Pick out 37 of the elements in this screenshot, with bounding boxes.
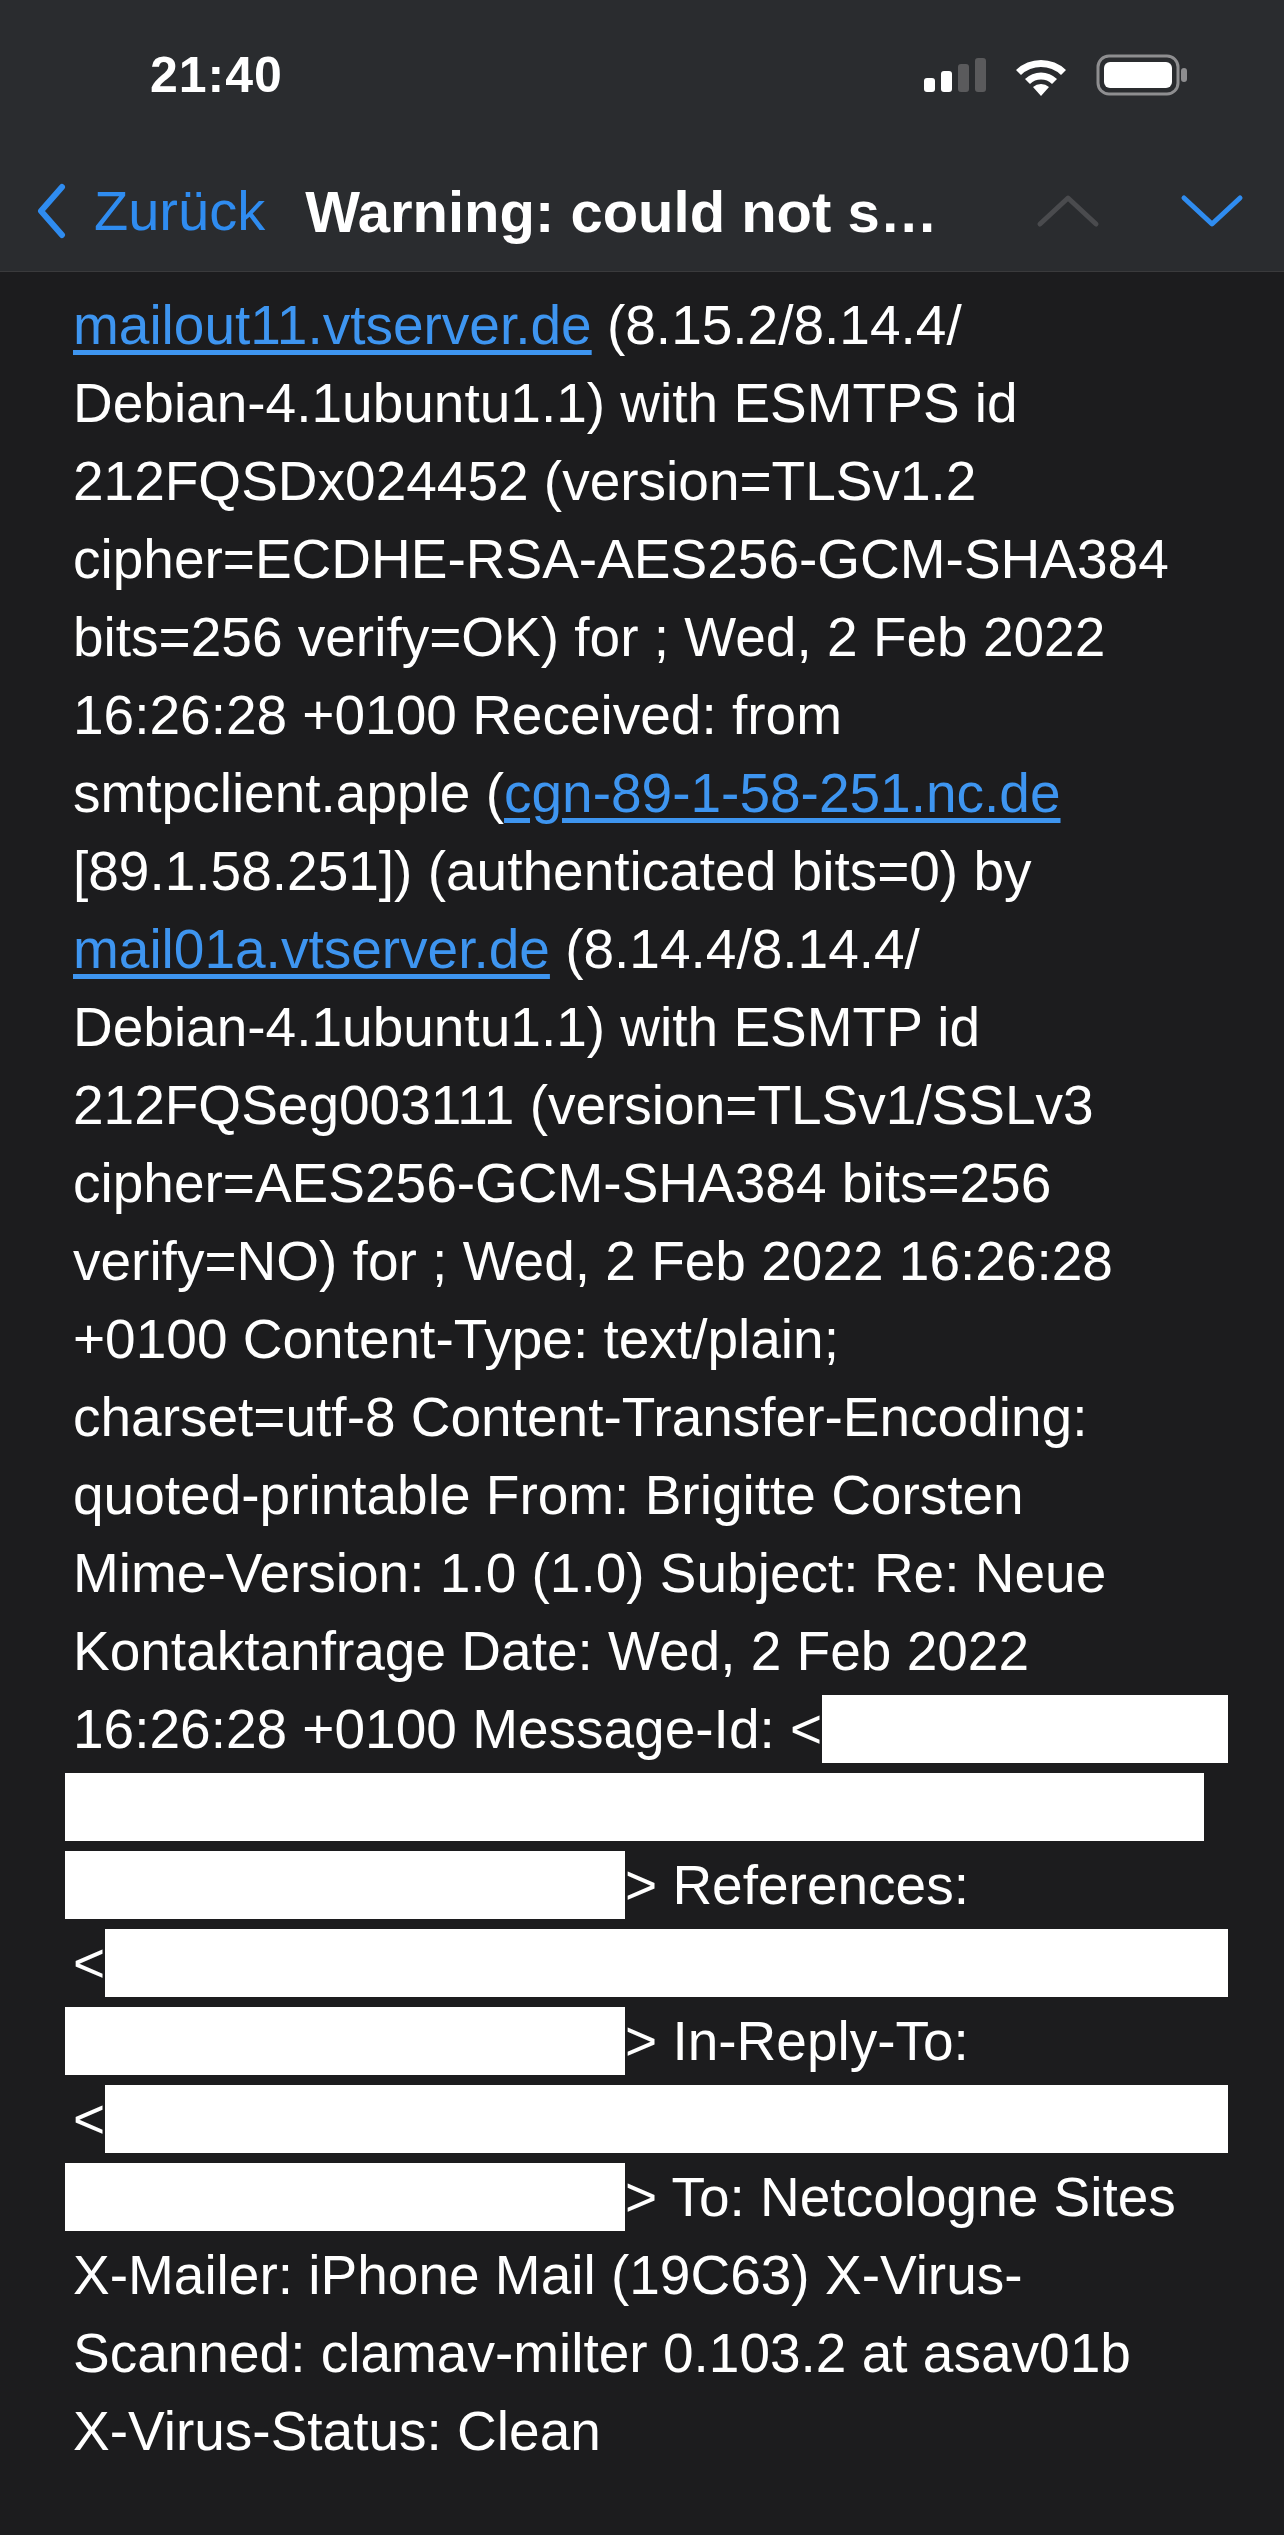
header-text: <	[73, 1931, 106, 1996]
header-text: bits=256 verify=OK) for ; Wed, 2 Feb 2022	[73, 605, 1106, 670]
header-text: <	[73, 2087, 106, 2152]
header-text: 212FQSDx024452 (version=TLSv1.2	[73, 449, 977, 514]
link[interactable]: cgn-89-1-58-251.nc.de	[504, 754, 1061, 832]
back-chevron-icon	[36, 183, 66, 239]
header-text: verify=NO) for ; Wed, 2 Feb 2022 16:26:28	[73, 1229, 1113, 1294]
message-title: Warning: could not s…	[305, 177, 938, 246]
next-message-button[interactable]	[1180, 194, 1244, 228]
status-time: 21:40	[150, 45, 283, 105]
header-text: Debian-4.1ubuntu1.1) with ESMTPS id	[73, 371, 1018, 436]
header-text: (8.15.2/8.14.4/	[605, 293, 962, 358]
header-text: cipher=ECDHE-RSA-AES256-GCM-SHA384	[73, 527, 1169, 592]
header-text: 16:26:28 +0100 Message-Id: <	[73, 1697, 823, 1762]
header-text: Scanned: clamav-milter 0.103.2 at asav01b	[73, 2321, 1131, 2386]
signal-icon	[924, 58, 986, 92]
header-text: Mime-Version: 1.0 (1.0) Subject: Re: Neue	[73, 1541, 1107, 1606]
header-text: X-Virus-Status: Clean	[73, 2399, 601, 2464]
header-text: Kontaktanfrage Date: Wed, 2 Feb 2022	[73, 1619, 1029, 1684]
header-text: quoted-printable From: Brigitte Corsten	[73, 1463, 1024, 1528]
header-text: > References:	[625, 1853, 969, 1918]
header-text: X-Mailer: iPhone Mail (19C63) X-Virus-	[73, 2243, 1023, 2308]
battery-icon	[1096, 54, 1188, 96]
header-text: +0100 Content-Type: text/plain;	[73, 1307, 839, 1372]
header-text: Debian-4.1ubuntu1.1) with ESMTP id	[73, 995, 980, 1060]
back-button[interactable]: Zurück	[36, 169, 266, 253]
header-text: (8.14.4/8.14.4/	[564, 917, 920, 982]
header-text: charset=utf-8 Content-Transfer-Encoding:	[73, 1385, 1088, 1450]
link[interactable]: mail01a.vtserver.de	[73, 910, 550, 988]
header-text: > In-Reply-To:	[625, 2009, 969, 2074]
header-text: smtpclient.apple (	[73, 761, 505, 826]
header-text: 16:26:28 +0100 Received: from	[73, 683, 842, 748]
header-text: [89.1.58.251]) (authenticated bits=0) by	[73, 839, 1032, 904]
header-text: 212FQSeg003111 (version=TLSv1/SSLv3	[73, 1073, 1094, 1138]
header-text: cipher=AES256-GCM-SHA384 bits=256	[73, 1151, 1052, 1216]
header-text: > To: Netcologne Sites	[625, 2165, 1176, 2230]
link[interactable]: mailout11.vtserver.de	[73, 286, 592, 364]
